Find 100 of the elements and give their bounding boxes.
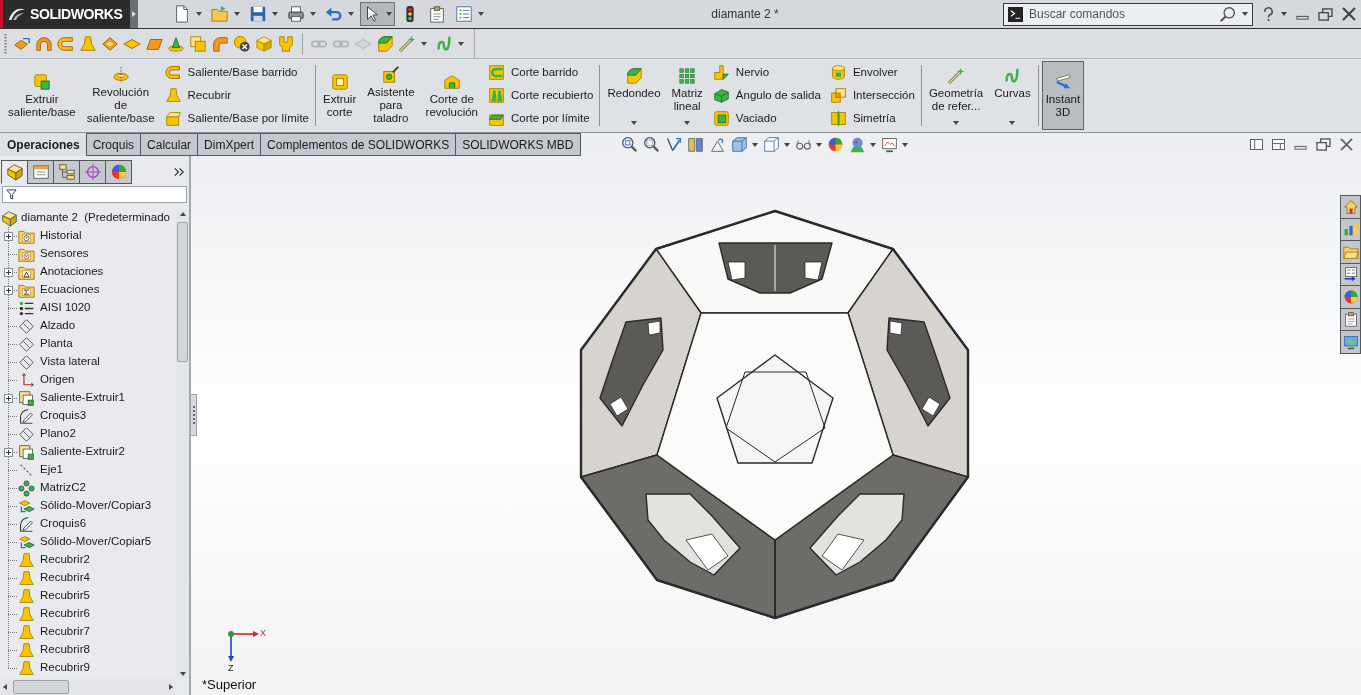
caret-right-icon[interactable] xyxy=(169,684,173,690)
ribbon-command[interactable]: Intersección xyxy=(829,86,915,105)
caret-left-icon[interactable] xyxy=(3,684,7,690)
tree-item[interactable]: Alzado xyxy=(0,317,176,335)
toolbar-button[interactable] xyxy=(233,34,251,53)
tree-item[interactable]: MatrizC2 xyxy=(0,479,176,497)
tree-item[interactable]: Ecuaciones xyxy=(0,281,176,299)
task-pane-tab[interactable] xyxy=(1340,217,1361,241)
ribbon-button[interactable]: Asistente para taladro xyxy=(363,61,419,130)
search-icon[interactable] xyxy=(1219,5,1236,23)
tree-item[interactable]: Eje1 xyxy=(0,461,176,479)
task-pane-tab[interactable] xyxy=(1340,262,1361,286)
tree-item[interactable]: Recubrir7 xyxy=(0,623,176,641)
tree-item[interactable]: Sensores xyxy=(0,245,176,263)
view-toolbar-button[interactable] xyxy=(620,136,638,153)
horizontal-scrollbar[interactable] xyxy=(0,679,176,695)
scrollbar-thumb[interactable] xyxy=(13,680,69,694)
ribbon-command[interactable]: Envolver xyxy=(829,63,915,82)
help-button[interactable] xyxy=(1263,6,1287,22)
view-toolbar-button[interactable] xyxy=(642,136,660,153)
tree-item[interactable]: Recubrir2 xyxy=(0,551,176,569)
double-chevron-icon[interactable] xyxy=(173,166,185,178)
panel-tab[interactable] xyxy=(53,160,80,184)
search-box[interactable]: Buscar comandos xyxy=(1003,2,1253,26)
ribbon-button[interactable]: Redondeo xyxy=(603,61,665,130)
tab[interactable]: DimXpert xyxy=(197,133,262,156)
plus-box-icon[interactable] xyxy=(4,393,13,403)
close-icon[interactable] xyxy=(1342,7,1356,21)
view-toolbar-button[interactable] xyxy=(848,136,876,153)
view-toolbar-button[interactable] xyxy=(664,136,682,153)
ribbon-button[interactable]: Curvas xyxy=(990,61,1035,130)
tree-item[interactable]: Recubrir8 xyxy=(0,641,176,659)
ribbon-command[interactable]: Saliente/Base barrido xyxy=(164,63,309,82)
tree-item[interactable]: Anotaciones xyxy=(0,263,176,281)
caret-up-icon[interactable] xyxy=(179,212,186,216)
ribbon-button[interactable]: Corte de revolución xyxy=(421,61,482,130)
tree-item[interactable]: Historial xyxy=(0,227,176,245)
caret-icon[interactable] xyxy=(179,672,186,676)
panel-tab[interactable] xyxy=(105,160,132,184)
tree-item[interactable]: Recubrir4 xyxy=(0,569,176,587)
view-toolbar-button[interactable] xyxy=(686,136,704,153)
tree-item[interactable]: Planta xyxy=(0,335,176,353)
tree-item[interactable]: Vista lateral xyxy=(0,353,176,371)
tree-item[interactable]: Recubrir9 xyxy=(0,659,176,677)
tree-item[interactable]: Sólido-Mover/Copiar5 xyxy=(0,533,176,551)
tab[interactable]: SOLIDWORKS MBD xyxy=(455,133,581,156)
plus-box-icon[interactable] xyxy=(4,447,13,457)
ribbon-button[interactable]: Revolución de saliente/base xyxy=(82,61,159,130)
ribbon-command[interactable]: Simetría xyxy=(829,109,915,128)
ribbon-command[interactable]: Recubrir xyxy=(164,86,309,105)
tree-item[interactable]: Saliente-Extruir1 xyxy=(0,389,176,407)
tab[interactable]: Complementos de SOLIDWORKS xyxy=(260,133,457,156)
ribbon-button[interactable]: Geometría de refer... xyxy=(924,61,988,130)
tree-item[interactable]: diamante 2 (Predeterminado xyxy=(0,209,176,227)
filter-field[interactable] xyxy=(2,186,187,203)
task-pane-tab[interactable] xyxy=(1340,195,1361,219)
tab[interactable]: Calcular xyxy=(140,133,199,156)
tree-item[interactable]: Recubrir5 xyxy=(0,587,176,605)
split-vertical-icon[interactable] xyxy=(1250,139,1263,150)
vertical-scrollbar[interactable] xyxy=(176,209,189,679)
plus-box-icon[interactable] xyxy=(4,267,13,277)
scrollbar-thumb[interactable] xyxy=(177,222,188,362)
task-pane-tab[interactable] xyxy=(1340,330,1361,354)
toolbar-button[interactable] xyxy=(360,2,395,26)
ribbon-command[interactable]: Corte por límite xyxy=(488,109,594,128)
task-pane-tab[interactable] xyxy=(1340,307,1361,331)
restore-icon[interactable] xyxy=(1316,138,1331,151)
tree-item[interactable]: AISI 1020 xyxy=(0,299,176,317)
tree-item[interactable]: Sólido-Mover/Copiar3 xyxy=(0,497,176,515)
tree-item[interactable]: Origen xyxy=(0,371,176,389)
grip-icon[interactable] xyxy=(4,32,7,55)
ribbon-command[interactable]: Saliente/Base por límite xyxy=(164,109,309,128)
view-toolbar-button[interactable] xyxy=(730,136,758,153)
ribbon-button[interactable]: Extruir saliente/base xyxy=(4,61,80,130)
task-pane-tab[interactable] xyxy=(1340,240,1361,264)
task-pane-tab[interactable] xyxy=(1340,285,1361,309)
split-horizontal-icon[interactable] xyxy=(1272,139,1285,150)
ribbon-button[interactable]: Instant 3D xyxy=(1041,61,1085,130)
tree-item[interactable]: Croquis3 xyxy=(0,407,176,425)
panel-collapse-handle[interactable] xyxy=(191,394,197,436)
view-toolbar-button[interactable] xyxy=(880,136,908,153)
restore-icon[interactable] xyxy=(1318,7,1333,21)
ribbon-command[interactable]: Nervio xyxy=(712,63,821,82)
ribbon-button[interactable]: Extruir corte xyxy=(319,61,361,130)
plus-box-icon[interactable] xyxy=(4,285,13,295)
search-field[interactable]: Buscar comandos xyxy=(1029,5,1213,23)
ribbon-command[interactable]: Corte barrido xyxy=(488,63,594,82)
tree-item[interactable]: Saliente-Extruir2 xyxy=(0,443,176,461)
close-icon[interactable] xyxy=(1340,138,1353,151)
ribbon-command[interactable]: Vaciado xyxy=(712,109,821,128)
ribbon-command[interactable]: Ángulo de salida xyxy=(712,86,821,105)
plus-box-icon[interactable] xyxy=(4,231,13,241)
view-toolbar-button[interactable] xyxy=(826,136,844,153)
ribbon-button[interactable]: Matriz lineal xyxy=(667,61,707,130)
view-toolbar-button[interactable] xyxy=(762,136,790,153)
menu-expand-button[interactable] xyxy=(130,0,138,28)
panel-tab[interactable] xyxy=(1,160,28,184)
tab[interactable]: Croquis xyxy=(85,133,142,156)
tree-item[interactable]: Croquis6 xyxy=(0,515,176,533)
tree-item[interactable]: Recubrir6 xyxy=(0,605,176,623)
